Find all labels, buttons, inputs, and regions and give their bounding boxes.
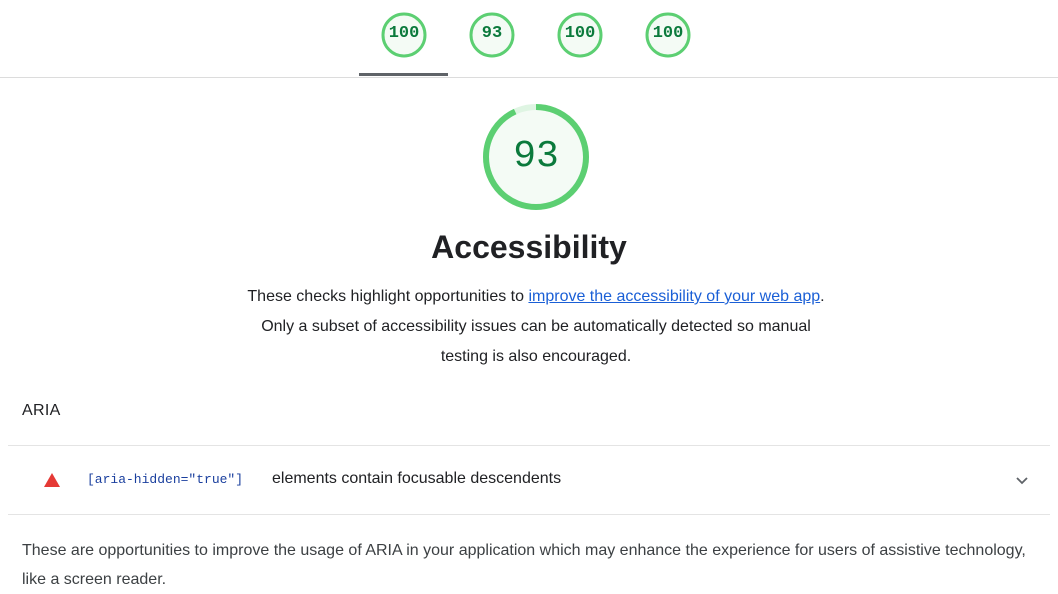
- tab-best-practices[interactable]: 100: [555, 10, 605, 60]
- score-gauge: 93: [481, 102, 591, 212]
- tab-score: 93: [481, 24, 503, 43]
- accessibility-link[interactable]: improve the accessibility of your web ap…: [528, 288, 820, 305]
- tab-score: 100: [564, 24, 596, 43]
- active-tab-indicator: [359, 73, 448, 76]
- audit-code: [aria-hidden="true"]: [87, 472, 244, 487]
- description-text: These checks highlight opportunities to: [247, 288, 529, 305]
- category-title: Accessibility: [431, 229, 627, 265]
- divider: [8, 514, 1050, 515]
- gauge-score: 93: [513, 135, 559, 178]
- category-description: These checks highlight opportunities to …: [238, 282, 834, 372]
- tab-score: 100: [388, 24, 420, 43]
- chevron-down-icon[interactable]: [1012, 470, 1032, 490]
- tab-accessibility[interactable]: 93: [467, 10, 517, 60]
- category-tabs: 100 93 100 100: [0, 0, 1058, 78]
- tab-performance[interactable]: 100: [379, 10, 429, 60]
- audit-row[interactable]: [aria-hidden="true"] elements contain fo…: [8, 446, 1050, 514]
- group-title: ARIA: [22, 402, 61, 419]
- audit-title: elements contain focusable descendents: [272, 470, 562, 487]
- tab-seo[interactable]: 100: [643, 10, 693, 60]
- tab-score: 100: [652, 24, 684, 43]
- group-description: These are opportunities to improve the u…: [22, 542, 1026, 588]
- warning-triangle-icon: [44, 473, 60, 487]
